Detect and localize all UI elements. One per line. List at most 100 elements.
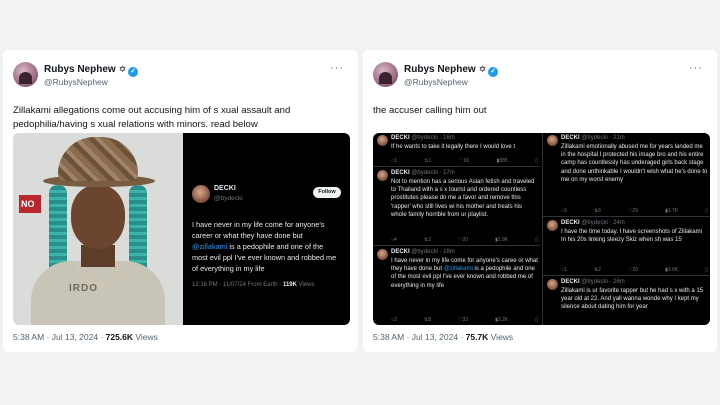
reply-post: DECKI @bydecki · 24m I have the time tod… — [543, 218, 710, 276]
avatar[interactable] — [13, 62, 38, 87]
bookmark-icon: ▯ — [535, 317, 538, 323]
like-count: 20 — [462, 237, 468, 243]
post-text: I have never in my life come for anyone'… — [391, 257, 538, 290]
embedded-name: DECKI — [214, 185, 236, 192]
post-author: DECKI — [561, 220, 580, 226]
reply-post: DECKI @bydecki · 18m I have never in my … — [373, 247, 540, 325]
timestamp[interactable]: 5:38 AM · Jul 13, 2024 · — [373, 332, 466, 342]
post-meta: @bydecki · 17m — [409, 170, 455, 176]
bookmark-icon: ▯ — [705, 267, 708, 273]
repost-icon: ⇅6 — [593, 208, 601, 214]
post-stats: ○1 ⇅1 ♡16 ▮885 ▯ — [391, 158, 538, 164]
views-icon: ▮3.2K — [495, 317, 509, 323]
repost-count: 6 — [598, 208, 601, 214]
post-header: DECKI @bydecki · 18m — [391, 249, 455, 255]
post-header: DECKI @bydecki · 17m — [391, 170, 455, 176]
author-name[interactable]: Rubys Nephew ✡ ✓ — [404, 64, 499, 77]
star-icon: ✡ — [478, 64, 487, 74]
embedded-avatar — [192, 185, 210, 203]
screenshot-column-1: DECKI @bydecki · 16m If he wants to take… — [373, 133, 540, 325]
screenshot-columns: DECKI @bydecki · 16m If he wants to take… — [373, 133, 710, 325]
post-meta: @bydecki · 18m — [409, 249, 455, 255]
views-icon: ▮885 — [496, 158, 508, 164]
author-handle[interactable]: @RubysNephew — [44, 77, 108, 87]
post-author: DECKI — [391, 249, 410, 255]
like-count: 16 — [463, 158, 469, 164]
verified-badge-icon: ✓ — [128, 67, 139, 77]
avatar[interactable] — [373, 62, 398, 87]
embedded-text-part: I have never in my life come for anyone'… — [192, 220, 325, 240]
tweet-text: the accuser calling him out — [373, 105, 487, 116]
view-count: 1.7K — [667, 208, 679, 214]
author-handle[interactable]: @RubysNephew — [404, 77, 468, 87]
post-meta: @bydecki · 16m — [409, 135, 455, 141]
author-name[interactable]: Rubys Nephew ✡ ✓ — [44, 64, 139, 77]
star-icon: ✡ — [118, 64, 127, 74]
post-header: DECKI @bydecki · 26m — [561, 279, 625, 285]
post-avatar — [377, 170, 388, 181]
views-icon: ▮2.6K — [665, 267, 679, 273]
repost-count: 8 — [428, 317, 431, 323]
like-icon: ♡29 — [627, 208, 638, 214]
follow-button: Follow — [313, 187, 341, 198]
post-header: DECKI @bydecki · 21m — [561, 135, 625, 141]
reply-icon: ○3 — [561, 208, 567, 214]
bookmark-icon: ▯ — [705, 208, 708, 214]
reply-post: DECKI @bydecki · 21m Zillakami emotional… — [543, 133, 710, 217]
sign-text: NO — [19, 195, 41, 213]
timestamp[interactable]: 5:38 AM · Jul 13, 2024 · — [13, 332, 106, 342]
embedded-tweet: DECKI @bydecki Follow I have never in my… — [183, 133, 350, 325]
reply-post: DECKI @bydecki · 26m Zillakami is ur fav… — [543, 277, 710, 325]
embedded-meta: 12:16 PM · 11/07/24 From Earth · 119K Vi… — [192, 282, 315, 288]
reply-icon: ○1 — [391, 158, 397, 164]
verified-badge-icon: ✓ — [488, 67, 499, 77]
post-stats: ○1 ⇅2 ♡20 ▮2.6K ▯ — [561, 267, 708, 273]
reply-count: 1 — [564, 267, 567, 273]
reply-icon: ○1 — [561, 267, 567, 273]
reply-icon: ○3 — [391, 317, 397, 323]
post-header: DECKI @bydecki · 24m — [561, 220, 625, 226]
post-text: If he wants to take it legally there I w… — [391, 144, 516, 150]
post-avatar — [547, 135, 558, 146]
mention-link: @zillakami — [443, 266, 473, 273]
post-author: DECKI — [391, 170, 410, 176]
view-count: 3.2K — [497, 317, 509, 323]
views-icon: ▮1.7K — [665, 208, 679, 214]
bucket-hat — [58, 137, 138, 181]
post-avatar — [377, 135, 388, 146]
tweet-header: Rubys Nephew ✡ ✓ @RubysNephew ··· — [13, 62, 348, 92]
tweet-media[interactable]: DECKI @bydecki · 16m If he wants to take… — [373, 133, 710, 325]
post-author: DECKI — [561, 135, 580, 141]
views-label: Views — [133, 332, 158, 342]
embedded-handle: @bydecki — [214, 195, 243, 202]
repost-count: 1 — [428, 158, 432, 164]
tweet-media[interactable]: NO IRDO DECKI @bydecki Follow I have nev… — [13, 133, 350, 325]
photo: NO IRDO — [13, 133, 183, 325]
post-stats: ○4 ⇅2 ♡20 ▮1.9K ▯ — [391, 237, 538, 243]
shirt-text: IRDO — [69, 283, 98, 294]
tweet-card-left[interactable]: Rubys Nephew ✡ ✓ @RubysNephew ··· Zillakam… — [3, 50, 358, 352]
author-name-text: Rubys Nephew — [404, 64, 476, 75]
post-text: I have the time today. I have screenshot… — [561, 229, 702, 244]
embedded-views-label: Views — [296, 282, 315, 288]
like-count: 33 — [462, 317, 468, 323]
more-options-icon[interactable]: ··· — [330, 62, 344, 74]
tweet-card-right[interactable]: Rubys Nephew ✡ ✓ @RubysNephew ··· the accu… — [363, 50, 717, 352]
post-author: DECKI — [561, 279, 580, 285]
reply-count: 4 — [394, 237, 397, 243]
repost-icon: ⇅2 — [423, 237, 431, 243]
post-avatar — [377, 249, 388, 260]
reply-count: 3 — [394, 317, 397, 323]
repost-icon: ⇅2 — [593, 267, 601, 273]
post-text: Zillakami emotionally abused me for year… — [561, 144, 708, 183]
screenshot-collage: Rubys Nephew ✡ ✓ @RubysNephew ··· Zillakam… — [0, 0, 720, 405]
repost-count: 2 — [598, 267, 601, 273]
views-icon: ▮1.9K — [495, 237, 509, 243]
view-count: 2.6K — [667, 267, 679, 273]
reply-icon: ○4 — [391, 237, 397, 243]
repost-count: 2 — [428, 237, 431, 243]
like-count: 20 — [632, 267, 638, 273]
tweet-header: Rubys Nephew ✡ ✓ @RubysNephew ··· — [373, 62, 707, 92]
more-options-icon[interactable]: ··· — [689, 62, 703, 74]
reply-post: DECKI @bydecki · 17m Not to mention has … — [373, 168, 540, 246]
